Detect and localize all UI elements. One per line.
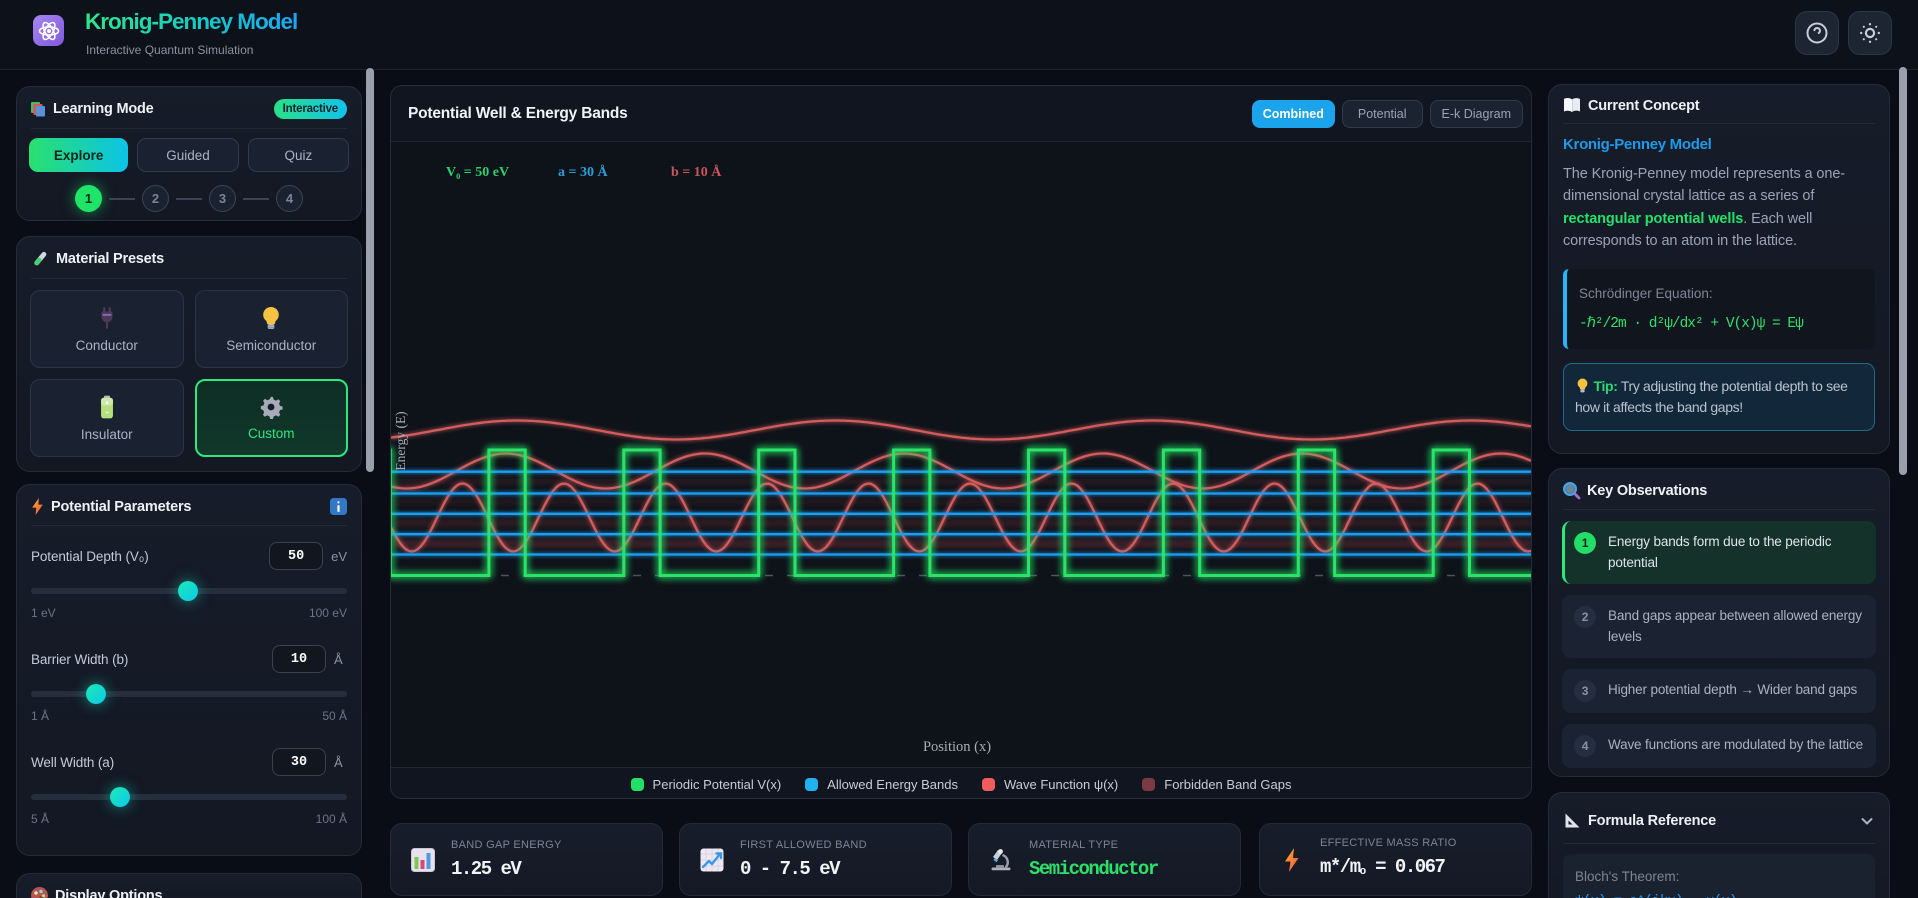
svg-text:V₀ = 50 eV: V₀ = 50 eV: [446, 165, 509, 180]
svg-text:Energy (E): Energy (E): [393, 411, 408, 470]
svg-text:b = 10 Å: b = 10 Å: [671, 164, 722, 180]
svg-text:Position (x): Position (x): [923, 739, 991, 755]
svg-text:a = 30 Å: a = 30 Å: [558, 164, 608, 180]
